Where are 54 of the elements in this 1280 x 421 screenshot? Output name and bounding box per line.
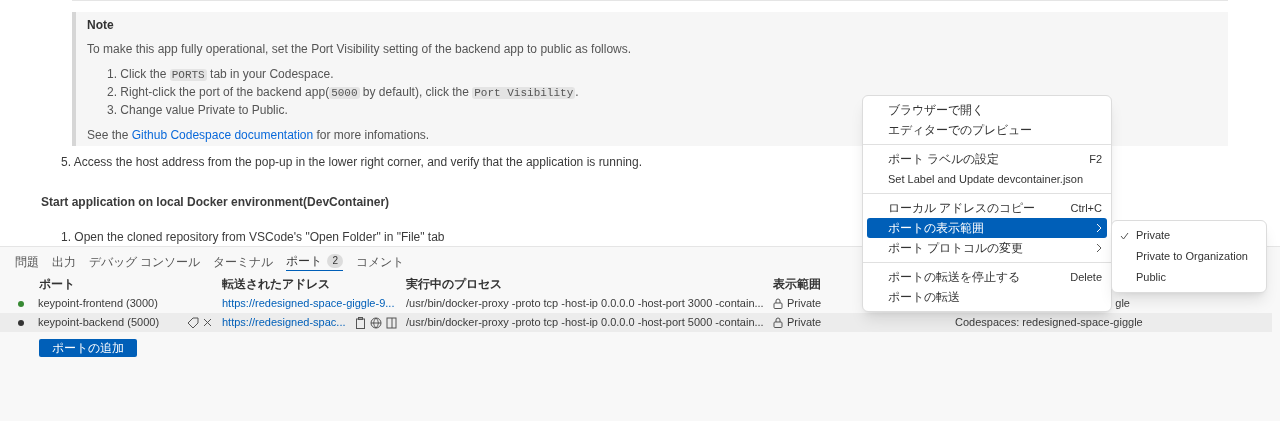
menu-item[interactable]: Public	[1112, 267, 1266, 288]
column-header: 実行中のプロセス	[406, 277, 502, 291]
table-cell: /usr/bin/docker-proxy -proto tcp -host-ip 0.0.0.0 -host-port 5000 -contain...	[406, 316, 764, 329]
note-paragraph: See the Github Codespace documentation for more infomations.	[87, 127, 430, 144]
list-item: 5. Access the host address from the pop-up in the lower right corner, and verify that the application is running.	[61, 155, 642, 169]
menu-item[interactable]: Private	[1112, 225, 1266, 246]
count-badge: 2	[327, 254, 344, 268]
documentation-link[interactable]: Github Codespace documentation	[131, 128, 314, 142]
menu-item[interactable]: Private to Organization	[1112, 246, 1266, 267]
add-port-button[interactable]: ポートの追加	[39, 339, 137, 357]
column-header: 表示範囲	[773, 277, 821, 291]
lock-icon	[773, 317, 783, 328]
table-row[interactable]: keypoint-backend (5000) https://redesigned-spac... /usr/bin/docker-proxy -proto tcp -host-ip 0.0.0.0 -host-port 5000 -contain... Private Codespaces: redesigned-space-giggle	[0, 313, 1272, 332]
panel-tab[interactable]: コメント	[356, 254, 405, 271]
menu-item[interactable]: ポート ラベルの設定 F2	[867, 149, 1107, 169]
note-title: Note	[87, 17, 115, 34]
list-item: 1. Click the PORTS tab in your Codespace.	[107, 66, 334, 83]
column-header: 転送されたアドレス	[222, 277, 330, 291]
menu-item[interactable]: ポートの転送を停止する Delete	[867, 267, 1107, 287]
panel-tab[interactable]: ターミナル	[213, 254, 274, 271]
panel-tab[interactable]: 出力	[52, 254, 76, 271]
panel-tab[interactable]: デバッグ コンソール	[89, 254, 201, 271]
panel-tab[interactable]: ポート 2	[286, 254, 344, 271]
shortcut-label: Delete	[1070, 269, 1102, 285]
menu-item[interactable]: ポートの表示範囲	[867, 218, 1107, 238]
table-cell-text: keypoint-backend (5000)	[38, 315, 160, 331]
panel-tab[interactable]: 問題	[15, 254, 39, 271]
table-cell-text: keypoint-frontend (3000)	[38, 296, 158, 312]
menu-item[interactable]: エディターでのプレビュー	[867, 120, 1107, 140]
shortcut-label: Ctrl+C	[1070, 200, 1102, 216]
menu-item[interactable]: ローカル アドレスのコピー Ctrl+C	[867, 198, 1107, 218]
menu-item[interactable]: ポート プロトコルの変更	[867, 238, 1107, 258]
table-cell-text: Private	[787, 315, 822, 331]
shortcut-label: F2	[1089, 151, 1102, 167]
section-heading: Start application on local Docker environment(DevContainer)	[41, 195, 390, 209]
table-cell: gle	[1115, 297, 1130, 310]
preview-icon[interactable]	[386, 316, 398, 329]
list-item: 1. Open the cloned repository from VSCode's "Open Folder" in "File" tab	[61, 230, 445, 244]
menu-item[interactable]: ブラウザーで開く	[867, 100, 1107, 120]
column-header: ポート	[39, 277, 75, 291]
table-cell: /usr/bin/docker-proxy -proto tcp -host-ip 0.0.0.0 -host-port 3000 -contain...	[406, 297, 764, 310]
copy-icon[interactable]	[355, 316, 366, 329]
lock-icon	[773, 298, 783, 309]
globe-icon[interactable]	[370, 316, 382, 329]
address-link[interactable]: https://redesigned-space-giggle-9...	[222, 295, 395, 312]
menu-item[interactable]: Set Label and Update devcontainer.json	[867, 169, 1107, 189]
tag-icon[interactable]	[187, 316, 199, 329]
table-cell: Codespaces: redesigned-space-giggle	[955, 316, 1143, 329]
table-cell-text: Private	[787, 296, 822, 312]
address-link[interactable]: https://redesigned-spac...	[222, 314, 346, 331]
list-item: 3. Change value Private to Public.	[107, 102, 288, 119]
list-item: 2. Right-click the port of the backend app( 5000 by default), click the Port Visibility .	[107, 84, 579, 101]
close-icon[interactable]	[203, 318, 212, 327]
note-paragraph: To make this app fully operational, set the Port Visibility setting of the backend app to public as follows.	[87, 41, 633, 58]
